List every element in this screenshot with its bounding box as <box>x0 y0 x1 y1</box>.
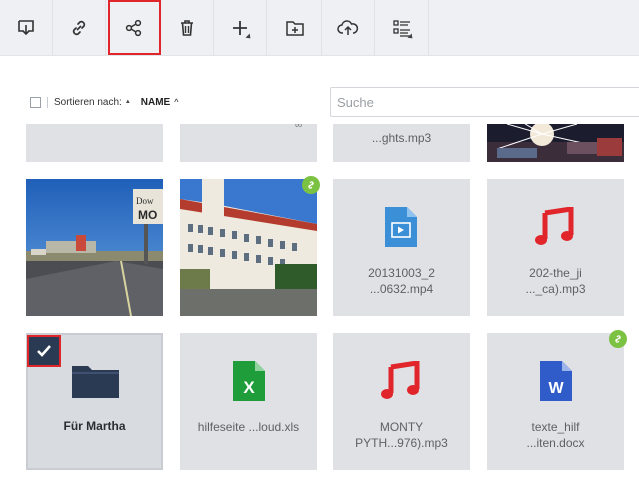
file-thumbnail: Dow MO <box>26 179 163 316</box>
file-tile[interactable]: 20131003_2 ...0632.mp4 <box>333 179 470 316</box>
shared-link-badge <box>302 176 320 194</box>
file-tile[interactable]: W texte_hilf ...iten.docx <box>487 333 624 470</box>
svg-text:MO: MO <box>138 208 157 222</box>
video-file-icon <box>385 207 417 247</box>
file-tile[interactable]: ∞ <box>180 124 317 162</box>
new-folder-button[interactable] <box>269 0 322 55</box>
toolbar <box>0 0 639 56</box>
sort-label: Sortieren nach: <box>54 96 122 108</box>
file-tile[interactable]: MONTY PYTH...976).mp3 <box>333 333 470 470</box>
link-icon <box>72 20 86 35</box>
link-icon <box>615 335 621 343</box>
file-name: MONTY <box>379 420 424 434</box>
search-box <box>330 87 639 117</box>
svg-text:X: X <box>243 378 255 397</box>
file-thumbnail <box>487 124 624 162</box>
file-name: hilfeseite ...loud.xls <box>197 420 300 434</box>
sort-dropdown-icon[interactable]: ▲ <box>125 99 131 105</box>
link-icon <box>308 181 314 189</box>
file-tile[interactable]: 202-the_ji ..._ca).mp3 <box>487 179 624 316</box>
file-name: ...iten.docx <box>526 436 585 450</box>
file-name: ...0632.mp4 <box>369 282 434 296</box>
svg-text:W: W <box>548 380 564 397</box>
sort-bar: Sortieren nach: ▲ NAME ^ <box>30 93 178 111</box>
selected-checkbox[interactable] <box>27 335 61 367</box>
select-all-checkbox[interactable] <box>30 96 41 108</box>
file-name: 202-the_ji <box>529 266 582 280</box>
upload-button[interactable] <box>322 0 375 55</box>
checkmark-icon <box>37 345 51 357</box>
file-name: 20131003_2 <box>368 266 435 280</box>
file-tile[interactable]: ...ghts.mp3 <box>333 124 470 162</box>
list-view-button[interactable] <box>376 0 429 55</box>
share-button[interactable] <box>108 0 161 55</box>
audio-file-icon <box>535 207 574 245</box>
cloud-upload-icon <box>337 19 359 35</box>
word-file-icon: W <box>540 361 572 401</box>
delete-button[interactable] <box>161 0 214 55</box>
search-input[interactable] <box>331 88 639 116</box>
file-tile[interactable] <box>180 179 317 316</box>
shared-link-badge <box>609 330 627 348</box>
file-name: texte_hilf <box>531 420 580 434</box>
new-folder-icon <box>286 20 304 36</box>
download-button[interactable] <box>0 0 53 55</box>
add-button[interactable] <box>214 0 267 55</box>
sort-ascending-icon[interactable]: ^ <box>174 97 178 107</box>
file-tile[interactable]: X hilfeseite ...loud.xls <box>180 333 317 470</box>
excel-file-icon: X <box>233 361 265 401</box>
sort-field-name[interactable]: NAME <box>141 97 170 108</box>
file-name: ...ghts.mp3 <box>371 131 432 145</box>
file-tile[interactable] <box>26 124 163 162</box>
file-tile[interactable] <box>487 124 624 162</box>
audio-file-icon <box>381 361 420 399</box>
trash-icon <box>181 19 193 36</box>
file-thumbnail: ∞ <box>295 124 303 131</box>
file-name: PYTH...976).mp3 <box>355 436 448 450</box>
svg-text:Dow: Dow <box>136 196 154 206</box>
file-name: ..._ca).mp3 <box>525 282 586 296</box>
download-icon <box>18 19 34 35</box>
file-tile[interactable]: Dow MO <box>26 179 163 316</box>
folder-icon <box>72 366 119 398</box>
link-button[interactable] <box>53 0 106 55</box>
divider <box>47 96 48 108</box>
file-thumbnail <box>180 179 317 316</box>
folder-name: Für Martha <box>63 419 126 433</box>
share-icon <box>125 19 142 36</box>
